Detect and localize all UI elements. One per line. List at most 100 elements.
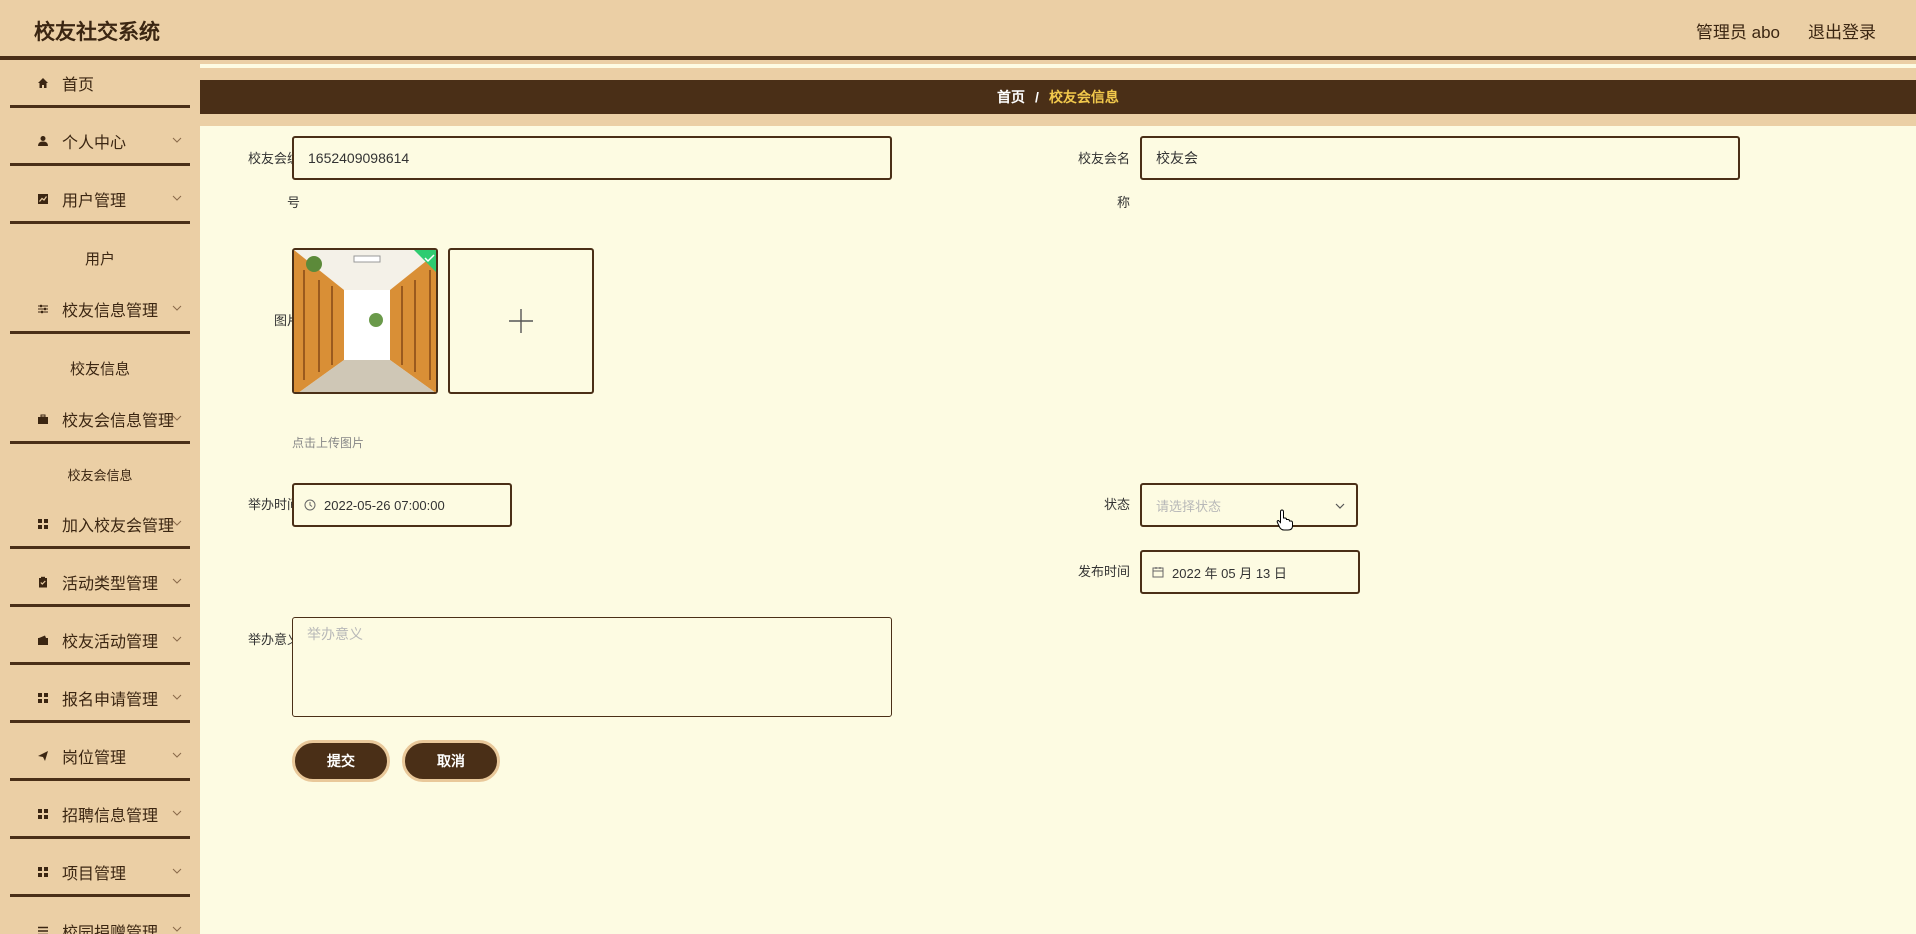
sidebar-subitem-user[interactable]: 用户 — [10, 238, 190, 278]
sidebar-item-alumni-activity-management[interactable]: 校友活动管理 — [10, 617, 190, 665]
sidebar-item-registration-management[interactable]: 报名申请管理 — [10, 675, 190, 723]
event-time-value: 2022-05-26 07:00:00 — [324, 497, 445, 513]
association-id-value: 1652409098614 — [308, 150, 410, 166]
sidebar-item-label: 岗位管理 — [62, 749, 127, 767]
sidebar-item-join-association-management[interactable]: 加入校友会管理 — [10, 501, 190, 549]
clock-icon — [304, 499, 316, 511]
sidebar-item-activity-type-management[interactable]: 活动类型管理 — [10, 559, 190, 607]
sidebar-item-donation-management[interactable]: 校园捐赠管理 — [10, 907, 190, 934]
association-id-label-line2: 号 — [286, 195, 300, 210]
sidebar-item-project-management[interactable]: 项目管理 — [10, 849, 190, 897]
sidebar: 首页 个人中心 用户管理 用户 校友信息管理 校友信息 校友会信息管理 校友会信… — [0, 60, 200, 934]
uploaded-image-thumbnail[interactable] — [292, 248, 438, 394]
event-time-picker[interactable]: 2022-05-26 07:00:00 — [292, 483, 512, 527]
grid-icon — [36, 691, 50, 705]
sidebar-item-profile[interactable]: 个人中心 — [10, 118, 190, 166]
event-time-label: 举办时间 — [220, 482, 300, 528]
breadcrumb-separator: / — [1035, 89, 1039, 105]
grid-icon — [36, 807, 50, 821]
status-placeholder: 请选择状态 — [1156, 498, 1222, 514]
home-icon — [36, 76, 50, 90]
publish-date-label: 发布时间 — [1040, 549, 1130, 595]
send-icon — [36, 749, 50, 763]
hand-cursor-icon — [1276, 509, 1293, 531]
sidebar-item-alumni-info-management[interactable]: 校友信息管理 — [10, 286, 190, 334]
top-header: 校友社交系统 管理员 abo 退出登录 — [0, 0, 1916, 60]
chevron-down-icon — [172, 752, 182, 758]
sidebar-subitem-label: 用户 — [84, 250, 115, 268]
sidebar-item-recruitment-management[interactable]: 招聘信息管理 — [10, 791, 190, 839]
event-meaning-label: 举办意义 — [220, 617, 300, 663]
sidebar-item-label: 用户管理 — [62, 192, 127, 210]
sidebar-subitem-label: 校友会信息 — [67, 467, 133, 483]
status-label-text: 状态 — [1103, 497, 1130, 512]
list-icon — [36, 924, 50, 934]
calendar-icon — [1152, 567, 1164, 578]
chevron-down-icon — [172, 810, 182, 816]
sidebar-subitem-label: 校友信息 — [69, 360, 130, 378]
chevron-down-icon — [172, 578, 182, 584]
publish-date-value: 2022 年 05 月 13 日 — [1172, 565, 1287, 581]
grid-icon — [36, 865, 50, 879]
chevron-down-icon — [172, 636, 182, 642]
sidebar-subitem-alumni-info[interactable]: 校友信息 — [10, 348, 190, 388]
association-name-value: 校友会 — [1156, 150, 1198, 166]
association-id-field[interactable]: 1652409098614 — [292, 136, 892, 180]
chevron-down-icon — [172, 926, 182, 932]
cancel-button[interactable]: 取消 — [402, 740, 500, 782]
chevron-down-icon — [172, 305, 182, 311]
image-upload-button[interactable] — [448, 248, 594, 394]
sidebar-item-label: 校园捐赠管理 — [62, 925, 159, 934]
chevron-down-icon — [172, 415, 182, 421]
sidebar-item-label: 校友会信息管理 — [62, 412, 175, 430]
publish-date-picker[interactable]: 2022 年 05 月 13 日 — [1140, 550, 1360, 594]
chevron-down-icon — [172, 137, 182, 143]
plus-icon — [509, 309, 533, 333]
breadcrumb-home[interactable]: 首页 — [997, 87, 1025, 107]
chevron-down-icon — [172, 520, 182, 526]
sidebar-item-position-management[interactable]: 岗位管理 — [10, 733, 190, 781]
association-id-label: 校友会编 — [220, 136, 300, 182]
app-title: 校友社交系统 — [34, 21, 160, 44]
sidebar-item-label: 活动类型管理 — [62, 575, 159, 593]
association-name-label-line2: 称 — [1116, 195, 1130, 210]
breadcrumb-current: 校友会信息 — [1048, 89, 1119, 105]
sidebar-item-label: 招聘信息管理 — [62, 807, 159, 825]
status-select[interactable]: 请选择状态 — [1140, 483, 1358, 527]
upload-hint: 点击上传图片 — [292, 436, 365, 450]
chevron-down-icon — [172, 195, 182, 201]
clipboard-icon — [36, 575, 50, 589]
sidebar-item-association-management[interactable]: 校友会信息管理 — [10, 396, 190, 444]
logout-link[interactable]: 退出登录 — [1808, 18, 1876, 43]
image-label: 图片 — [220, 298, 300, 344]
association-name-label-line1: 校友会名 — [1077, 151, 1130, 166]
sidebar-item-label: 项目管理 — [62, 865, 127, 883]
wallet-icon — [36, 633, 50, 647]
breadcrumb: 首页 / 校友会信息 — [200, 80, 1916, 114]
grid-icon — [36, 517, 50, 531]
chevron-down-icon — [172, 694, 182, 700]
association-name-field[interactable]: 校友会 — [1140, 136, 1740, 180]
header-actions: 管理员 abo 退出登录 — [1696, 18, 1876, 43]
event-meaning-placeholder: 举办意义 — [307, 626, 363, 642]
publish-date-label-text: 发布时间 — [1077, 564, 1130, 579]
classroom-photo-icon — [294, 250, 436, 392]
strip-divider — [200, 64, 1916, 68]
sidebar-item-label: 首页 — [62, 76, 95, 94]
person-icon — [36, 134, 50, 148]
association-id-label-cont: 号 — [220, 180, 300, 226]
chevron-down-icon — [172, 868, 182, 874]
sidebar-item-home[interactable]: 首页 — [10, 60, 190, 108]
sliders-icon — [36, 302, 50, 316]
event-meaning-textarea[interactable]: 举办意义 — [292, 617, 892, 717]
sidebar-item-user-management[interactable]: 用户管理 — [10, 176, 190, 224]
sidebar-item-label: 个人中心 — [62, 134, 127, 152]
sidebar-subitem-association-info[interactable]: 校友会信息 — [10, 454, 190, 494]
association-name-label: 校友会名 — [1040, 136, 1130, 182]
sidebar-item-label: 报名申请管理 — [62, 691, 159, 709]
sidebar-item-label: 校友信息管理 — [62, 302, 159, 320]
chart-icon — [36, 192, 50, 206]
association-name-label-cont: 称 — [1040, 180, 1130, 226]
current-user-label[interactable]: 管理员 abo — [1696, 18, 1780, 43]
submit-button[interactable]: 提交 — [292, 740, 390, 782]
